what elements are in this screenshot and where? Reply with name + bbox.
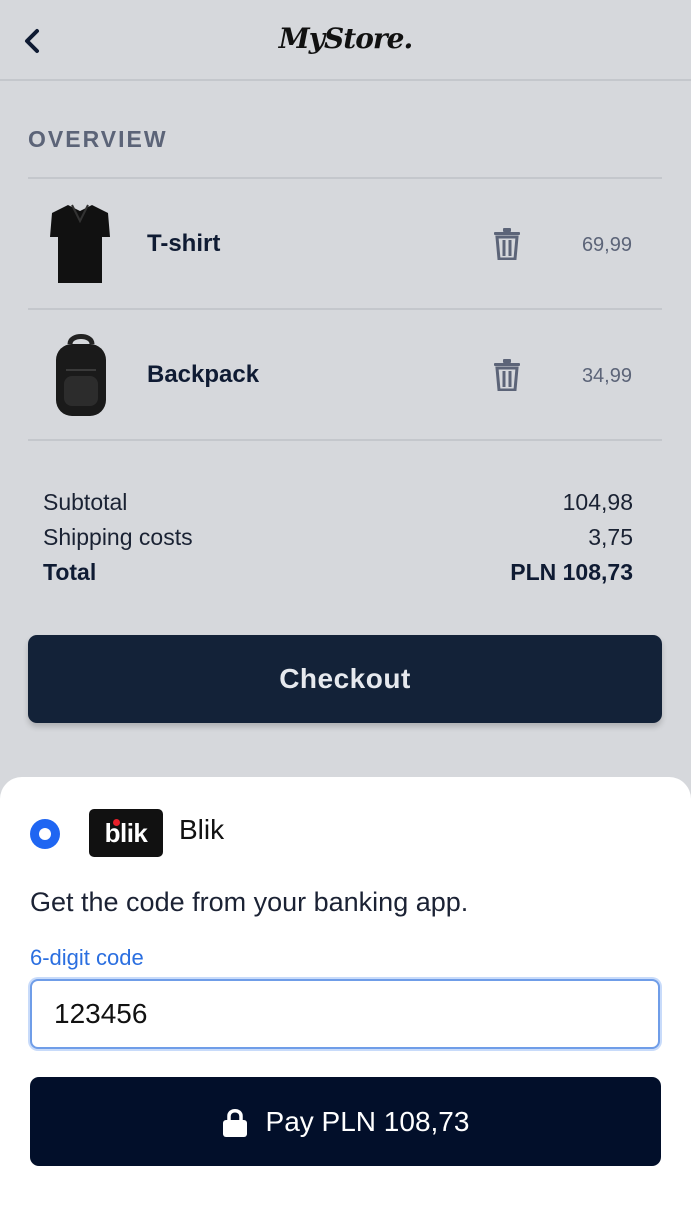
tshirt-image <box>50 204 110 283</box>
payment-method-radio[interactable] <box>30 819 60 849</box>
blik-logo: blik <box>89 809 163 857</box>
trash-icon[interactable] <box>492 228 522 260</box>
code-input[interactable] <box>30 979 660 1049</box>
lock-icon <box>222 1108 247 1137</box>
trash-icon[interactable] <box>492 359 522 391</box>
total-value: PLN 108,73 <box>510 559 633 585</box>
checkout-button[interactable]: Checkout <box>28 635 662 723</box>
subtotal-value: 104,98 <box>562 489 633 515</box>
cart-item: T-shirt 69,99 <box>28 179 662 309</box>
subtotal-row: Subtotal 104,98 <box>43 489 633 525</box>
total-row: Total PLN 108,73 <box>43 559 633 595</box>
item-price: 34,99 <box>581 365 632 387</box>
item-price: 69,99 <box>581 234 632 256</box>
store-logo: MyStore. <box>278 22 413 55</box>
shipping-label: Shipping costs <box>43 524 193 550</box>
backpack-image <box>56 334 106 416</box>
shipping-value: 3,75 <box>588 524 633 550</box>
total-label: Total <box>43 559 97 585</box>
blik-logo-text: blik <box>104 818 148 848</box>
code-field-label: 6-digit code <box>30 945 144 970</box>
item-name: Backpack <box>147 361 260 388</box>
blik-logo-dot <box>113 819 120 826</box>
section-title: OVERVIEW <box>28 126 168 152</box>
pay-button[interactable]: Pay PLN 108,73 <box>30 1077 661 1166</box>
payment-sheet: blik Blik Get the code from your banking… <box>0 777 691 1230</box>
pay-button-label: Pay PLN 108,73 <box>265 1105 470 1137</box>
payment-instruction: Get the code from your banking app. <box>30 887 469 917</box>
item-name: T-shirt <box>147 230 221 257</box>
shipping-row: Shipping costs 3,75 <box>43 524 633 560</box>
payment-method-name: Blik <box>179 814 225 845</box>
divider <box>28 439 662 441</box>
top-bar: MyStore. <box>0 0 691 81</box>
subtotal-label: Subtotal <box>43 489 128 515</box>
cart-item: Backpack 34,99 <box>28 310 662 440</box>
